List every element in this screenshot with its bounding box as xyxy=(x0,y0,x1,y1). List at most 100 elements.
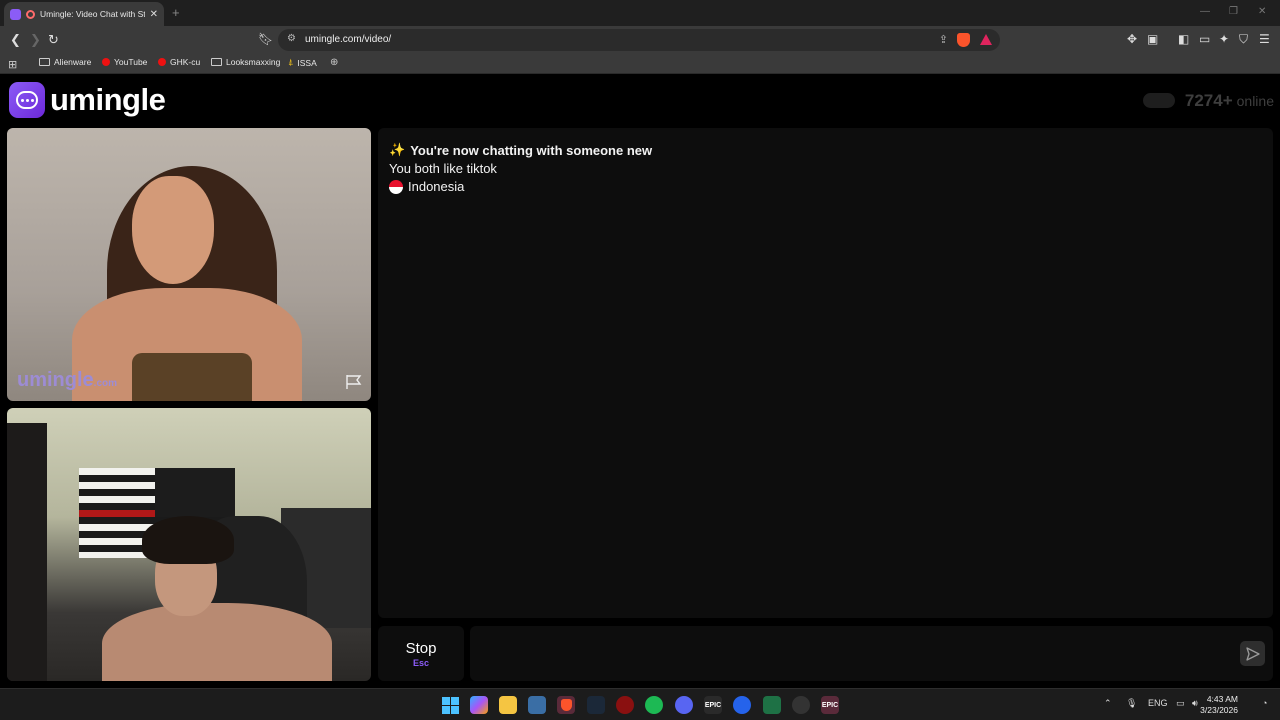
epic-launcher-icon[interactable]: EPIC xyxy=(821,696,839,714)
chat-message-text: You're now chatting with someone new xyxy=(410,142,653,158)
chat-bubble-icon xyxy=(9,82,45,118)
windows-taskbar: EPIC EPIC ⌃ 🎙︎ ENG ▭ 🔊︎ 4:43 AM 3/23/202… xyxy=(0,688,1280,720)
site-info-icon[interactable]: ⚙ xyxy=(287,33,296,44)
message-input[interactable] xyxy=(470,626,1273,681)
app-blue-icon[interactable] xyxy=(733,696,751,714)
bookmark-ghk-cu[interactable]: GHK-cu xyxy=(158,57,200,67)
logo-wordmark: umingle xyxy=(50,82,166,117)
file-explorer-icon[interactable] xyxy=(499,696,517,714)
folder-icon xyxy=(211,58,222,66)
reload-icon[interactable]: ↻ xyxy=(48,32,59,48)
local-bg-shelf xyxy=(7,423,47,681)
close-tab-icon[interactable]: ✕ xyxy=(150,9,158,20)
bookmark-label: YouTube xyxy=(114,57,148,67)
stop-hotkey: Esc xyxy=(412,657,429,668)
stop-button[interactable]: Stop Esc xyxy=(378,626,464,681)
sparkles-icon: ✨ xyxy=(389,142,406,157)
bookmark-looksmaxxing[interactable]: Looksmaxxing xyxy=(211,57,280,67)
youtube-icon xyxy=(102,58,110,66)
spotify-icon[interactable] xyxy=(645,696,663,714)
issa-icon: ⍋ xyxy=(288,57,294,67)
stop-label: Stop xyxy=(405,639,437,657)
chat-message-text: Indonesia xyxy=(408,179,465,194)
epic-games-icon[interactable]: EPIC xyxy=(704,696,722,714)
chat-panel: ✨ You're now chatting with someone new Y… xyxy=(378,128,1273,618)
new-tab-icon[interactable]: + xyxy=(172,5,180,20)
chat-message: You both like tiktok xyxy=(389,161,497,176)
share-icon[interactable]: ⇪ xyxy=(939,33,948,46)
umingle-favicon-icon xyxy=(10,8,21,20)
bookmark-page-icon[interactable]: 🔖︎ xyxy=(258,32,273,46)
remote-person-face xyxy=(132,176,214,284)
globe-icon[interactable]: ⊕ xyxy=(330,57,338,68)
bookmark-label: Alienware xyxy=(54,57,92,67)
local-person-body xyxy=(102,603,332,681)
leo-ai-icon[interactable]: ✦ xyxy=(1219,32,1229,46)
minimize-icon[interactable]: — xyxy=(1200,6,1210,17)
chat-message-text: You both like tiktok xyxy=(389,161,497,176)
apps-grid-icon[interactable]: ⊞ xyxy=(8,58,17,71)
clock-date: 3/23/2026 xyxy=(1200,705,1238,715)
bookmark-label: ISSA xyxy=(297,57,317,68)
taskbar-clock[interactable]: 4:43 AM 3/23/2026 xyxy=(1200,694,1238,716)
url-text[interactable]: umingle.com/video/ xyxy=(305,34,391,45)
wallet-card-icon[interactable]: ▭ xyxy=(1199,32,1210,46)
red-app-icon[interactable] xyxy=(616,696,634,714)
remote-person-top xyxy=(132,353,252,401)
microsoft-store-icon[interactable] xyxy=(528,696,546,714)
menu-icon[interactable]: ☰ xyxy=(1259,32,1270,46)
start-button[interactable] xyxy=(441,696,459,714)
local-video xyxy=(7,408,371,681)
back-icon[interactable]: ❮ xyxy=(10,32,21,48)
online-counter: 7274+ online xyxy=(1142,91,1274,111)
sidebar-icon[interactable]: ◧ xyxy=(1178,32,1189,46)
windows-logo-icon xyxy=(441,696,459,714)
remote-video: umingle .com xyxy=(7,128,371,401)
close-window-icon[interactable]: ✕ xyxy=(1258,6,1266,17)
browser-tab-active[interactable]: Umingle: Video Chat with Stra ✕ xyxy=(4,2,164,26)
vpn-icon[interactable]: ⛉ xyxy=(1239,32,1248,47)
network-icon[interactable]: ▭ xyxy=(1176,698,1185,709)
app-gray-icon[interactable] xyxy=(792,696,810,714)
bookmark-alienware[interactable]: Alienware xyxy=(39,57,91,67)
bookmark-label: Looksmaxxing xyxy=(226,57,281,67)
steam-icon[interactable] xyxy=(587,696,605,714)
brave-rewards-icon[interactable] xyxy=(980,34,992,45)
send-icon xyxy=(1245,646,1260,661)
microphone-icon[interactable]: 🎙︎ xyxy=(1126,698,1137,709)
site-logo[interactable]: umingle xyxy=(9,82,166,118)
bookmarks-bar: ⊞ Alienware YouTube GHK-cu Looksmaxxing … xyxy=(0,54,1280,74)
copilot-icon[interactable] xyxy=(470,696,488,714)
chat-message: Indonesia xyxy=(389,179,464,194)
bookmark-youtube[interactable]: YouTube xyxy=(102,57,147,67)
watermark-suffix: .com xyxy=(93,378,118,389)
online-count: 7274+ xyxy=(1184,91,1233,110)
volume-icon[interactable]: 🔊︎ xyxy=(1192,698,1198,709)
video-watermark: umingle .com xyxy=(17,369,117,392)
address-bar[interactable]: ⚙ umingle.com/video/ ⇪ xyxy=(278,29,1000,51)
language-indicator[interactable]: ENG xyxy=(1148,698,1168,708)
forward-icon[interactable]: ❯ xyxy=(30,32,41,48)
watermark-main: umingle xyxy=(17,369,94,391)
youtube-icon xyxy=(158,58,166,66)
send-button[interactable] xyxy=(1240,641,1265,666)
indonesia-flag-icon xyxy=(389,179,403,194)
folder-icon xyxy=(39,58,50,66)
notifications-icon[interactable]: ◔ xyxy=(1262,698,1267,708)
tab-strip: Umingle: Video Chat with Stra ✕ + — ❐ ✕ xyxy=(0,0,1280,26)
tab-title: Umingle: Video Chat with Stra xyxy=(40,9,145,19)
brave-shield-icon[interactable] xyxy=(957,33,970,47)
excel-icon[interactable] xyxy=(763,696,781,714)
brave-browser-icon[interactable] xyxy=(557,696,575,714)
bookmark-label: GHK-cu xyxy=(170,57,201,67)
report-flag-icon[interactable] xyxy=(345,374,363,390)
extensions-icon[interactable]: ✥ xyxy=(1127,32,1137,46)
recording-indicator-icon xyxy=(26,9,35,19)
bookmark-issa[interactable]: ⍋ ISSA xyxy=(288,57,317,68)
restore-icon[interactable]: ❐ xyxy=(1229,6,1238,17)
wallet-icon[interactable]: ▣ xyxy=(1147,32,1158,46)
theme-toggle[interactable] xyxy=(1142,93,1175,108)
discord-icon[interactable] xyxy=(675,696,693,714)
tray-overflow-icon[interactable]: ⌃ xyxy=(1104,698,1112,709)
local-person-hair xyxy=(142,516,234,564)
